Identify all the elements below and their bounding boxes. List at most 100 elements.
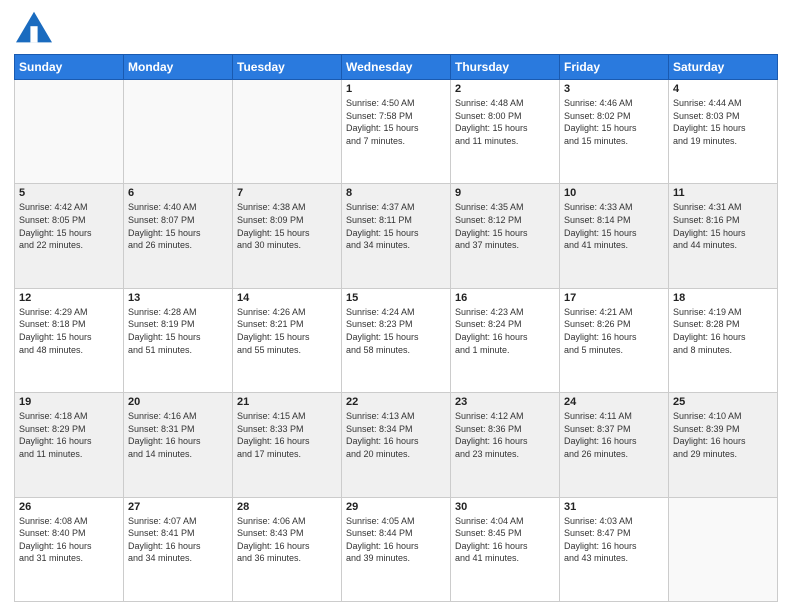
day-header-tuesday: Tuesday — [233, 55, 342, 80]
cell-info: Sunrise: 4:35 AM Sunset: 8:12 PM Dayligh… — [455, 201, 555, 251]
day-number: 9 — [455, 187, 555, 199]
cell-info: Sunrise: 4:18 AM Sunset: 8:29 PM Dayligh… — [19, 410, 119, 460]
day-number: 6 — [128, 187, 228, 199]
day-number: 24 — [564, 396, 664, 408]
logo — [14, 10, 56, 46]
week-row-1: 5 Sunrise: 4:42 AM Sunset: 8:05 PM Daylig… — [15, 184, 778, 288]
day-cell-10: 10 Sunrise: 4:33 AM Sunset: 8:14 PM Dayli… — [560, 184, 669, 288]
cell-info: Sunrise: 4:37 AM Sunset: 8:11 PM Dayligh… — [346, 201, 446, 251]
cell-info: Sunrise: 4:40 AM Sunset: 8:07 PM Dayligh… — [128, 201, 228, 251]
day-cell-28: 28 Sunrise: 4:06 AM Sunset: 8:43 PM Dayli… — [233, 497, 342, 601]
day-cell-25: 25Sunrise: 4:10 AM Sunset: 8:39 PM Dayli… — [669, 393, 778, 497]
day-cell-12: 12Sunrise: 4:29 AM Sunset: 8:18 PM Dayli… — [15, 288, 124, 392]
cell-info: Sunrise: 4:06 AM Sunset: 8:43 PM Dayligh… — [237, 515, 337, 565]
cell-info: Sunrise: 4:23 AM Sunset: 8:24 PM Dayligh… — [455, 306, 555, 356]
day-number: 13 — [128, 292, 228, 304]
day-number: 11 — [673, 187, 773, 199]
day-number: 28 — [237, 501, 337, 513]
day-cell-2: 2 Sunrise: 4:48 AM Sunset: 8:00 PM Daylig… — [451, 80, 560, 184]
day-cell-16: 16 Sunrise: 4:23 AM Sunset: 8:24 PM Dayli… — [451, 288, 560, 392]
day-number: 31 — [564, 501, 664, 513]
cell-info: Sunrise: 4:15 AM Sunset: 8:33 PM Dayligh… — [237, 410, 337, 460]
cell-info: Sunrise: 4:12 AM Sunset: 8:36 PM Dayligh… — [455, 410, 555, 460]
day-number: 1 — [346, 83, 446, 95]
day-cell-9: 9 Sunrise: 4:35 AM Sunset: 8:12 PM Daylig… — [451, 184, 560, 288]
day-number: 2 — [455, 83, 555, 95]
day-number: 30 — [455, 501, 555, 513]
day-cell-14: 14 Sunrise: 4:26 AM Sunset: 8:21 PM Dayli… — [233, 288, 342, 392]
day-number: 7 — [237, 187, 337, 199]
cell-info: Sunrise: 4:48 AM Sunset: 8:00 PM Dayligh… — [455, 97, 555, 147]
day-cell-27: 27Sunrise: 4:07 AM Sunset: 8:41 PM Dayli… — [124, 497, 233, 601]
day-number: 22 — [346, 396, 446, 408]
day-cell-7: 7 Sunrise: 4:38 AM Sunset: 8:09 PM Daylig… — [233, 184, 342, 288]
day-number: 19 — [19, 396, 119, 408]
day-cell-8: 8 Sunrise: 4:37 AM Sunset: 8:11 PM Daylig… — [342, 184, 451, 288]
day-cell-3: 3Sunrise: 4:46 AM Sunset: 8:02 PM Daylig… — [560, 80, 669, 184]
cell-info: Sunrise: 4:31 AM Sunset: 8:16 PM Dayligh… — [673, 201, 773, 251]
cell-info: Sunrise: 4:42 AM Sunset: 8:05 PM Dayligh… — [19, 201, 119, 251]
week-row-2: 12Sunrise: 4:29 AM Sunset: 8:18 PM Dayli… — [15, 288, 778, 392]
logo-icon — [14, 10, 54, 46]
day-header-thursday: Thursday — [451, 55, 560, 80]
empty-cell-0-1 — [124, 80, 233, 184]
cell-info: Sunrise: 4:13 AM Sunset: 8:34 PM Dayligh… — [346, 410, 446, 460]
day-number: 8 — [346, 187, 446, 199]
calendar-table: SundayMondayTuesdayWednesdayThursdayFrid… — [14, 54, 778, 602]
day-cell-11: 11 Sunrise: 4:31 AM Sunset: 8:16 PM Dayli… — [669, 184, 778, 288]
cell-info: Sunrise: 4:50 AM Sunset: 7:58 PM Dayligh… — [346, 97, 446, 147]
day-cell-30: 30 Sunrise: 4:04 AM Sunset: 8:45 PM Dayli… — [451, 497, 560, 601]
day-cell-5: 5 Sunrise: 4:42 AM Sunset: 8:05 PM Daylig… — [15, 184, 124, 288]
day-cell-31: 31 Sunrise: 4:03 AM Sunset: 8:47 PM Dayli… — [560, 497, 669, 601]
day-number: 16 — [455, 292, 555, 304]
cell-info: Sunrise: 4:28 AM Sunset: 8:19 PM Dayligh… — [128, 306, 228, 356]
day-cell-13: 13 Sunrise: 4:28 AM Sunset: 8:19 PM Dayli… — [124, 288, 233, 392]
day-cell-1: 1 Sunrise: 4:50 AM Sunset: 7:58 PM Daylig… — [342, 80, 451, 184]
day-header-saturday: Saturday — [669, 55, 778, 80]
day-cell-15: 15 Sunrise: 4:24 AM Sunset: 8:23 PM Dayli… — [342, 288, 451, 392]
day-cell-26: 26Sunrise: 4:08 AM Sunset: 8:40 PM Dayli… — [15, 497, 124, 601]
cell-info: Sunrise: 4:26 AM Sunset: 8:21 PM Dayligh… — [237, 306, 337, 356]
cell-info: Sunrise: 4:04 AM Sunset: 8:45 PM Dayligh… — [455, 515, 555, 565]
cell-info: Sunrise: 4:19 AM Sunset: 8:28 PM Dayligh… — [673, 306, 773, 356]
day-number: 21 — [237, 396, 337, 408]
page: SundayMondayTuesdayWednesdayThursdayFrid… — [0, 0, 792, 612]
cell-info: Sunrise: 4:33 AM Sunset: 8:14 PM Dayligh… — [564, 201, 664, 251]
empty-cell-0-0 — [15, 80, 124, 184]
day-cell-29: 29Sunrise: 4:05 AM Sunset: 8:44 PM Dayli… — [342, 497, 451, 601]
day-header-monday: Monday — [124, 55, 233, 80]
day-number: 20 — [128, 396, 228, 408]
day-number: 10 — [564, 187, 664, 199]
day-number: 4 — [673, 83, 773, 95]
day-number: 12 — [19, 292, 119, 304]
day-cell-17: 17 Sunrise: 4:21 AM Sunset: 8:26 PM Dayli… — [560, 288, 669, 392]
cell-info: Sunrise: 4:03 AM Sunset: 8:47 PM Dayligh… — [564, 515, 664, 565]
day-number: 3 — [564, 83, 664, 95]
cell-info: Sunrise: 4:24 AM Sunset: 8:23 PM Dayligh… — [346, 306, 446, 356]
day-number: 18 — [673, 292, 773, 304]
day-header-sunday: Sunday — [15, 55, 124, 80]
day-cell-18: 18 Sunrise: 4:19 AM Sunset: 8:28 PM Dayli… — [669, 288, 778, 392]
day-number: 23 — [455, 396, 555, 408]
day-number: 25 — [673, 396, 773, 408]
header — [14, 10, 778, 46]
empty-cell-4-6 — [669, 497, 778, 601]
cell-info: Sunrise: 4:21 AM Sunset: 8:26 PM Dayligh… — [564, 306, 664, 356]
day-number: 5 — [19, 187, 119, 199]
day-number: 14 — [237, 292, 337, 304]
day-cell-21: 21 Sunrise: 4:15 AM Sunset: 8:33 PM Dayli… — [233, 393, 342, 497]
day-number: 17 — [564, 292, 664, 304]
day-number: 27 — [128, 501, 228, 513]
cell-info: Sunrise: 4:05 AM Sunset: 8:44 PM Dayligh… — [346, 515, 446, 565]
day-number: 15 — [346, 292, 446, 304]
day-cell-19: 19 Sunrise: 4:18 AM Sunset: 8:29 PM Dayli… — [15, 393, 124, 497]
day-header-row: SundayMondayTuesdayWednesdayThursdayFrid… — [15, 55, 778, 80]
cell-info: Sunrise: 4:16 AM Sunset: 8:31 PM Dayligh… — [128, 410, 228, 460]
week-row-4: 26Sunrise: 4:08 AM Sunset: 8:40 PM Dayli… — [15, 497, 778, 601]
day-header-wednesday: Wednesday — [342, 55, 451, 80]
week-row-3: 19 Sunrise: 4:18 AM Sunset: 8:29 PM Dayli… — [15, 393, 778, 497]
day-cell-6: 6 Sunrise: 4:40 AM Sunset: 8:07 PM Daylig… — [124, 184, 233, 288]
cell-info: Sunrise: 4:38 AM Sunset: 8:09 PM Dayligh… — [237, 201, 337, 251]
day-cell-24: 24Sunrise: 4:11 AM Sunset: 8:37 PM Dayli… — [560, 393, 669, 497]
empty-cell-0-2 — [233, 80, 342, 184]
